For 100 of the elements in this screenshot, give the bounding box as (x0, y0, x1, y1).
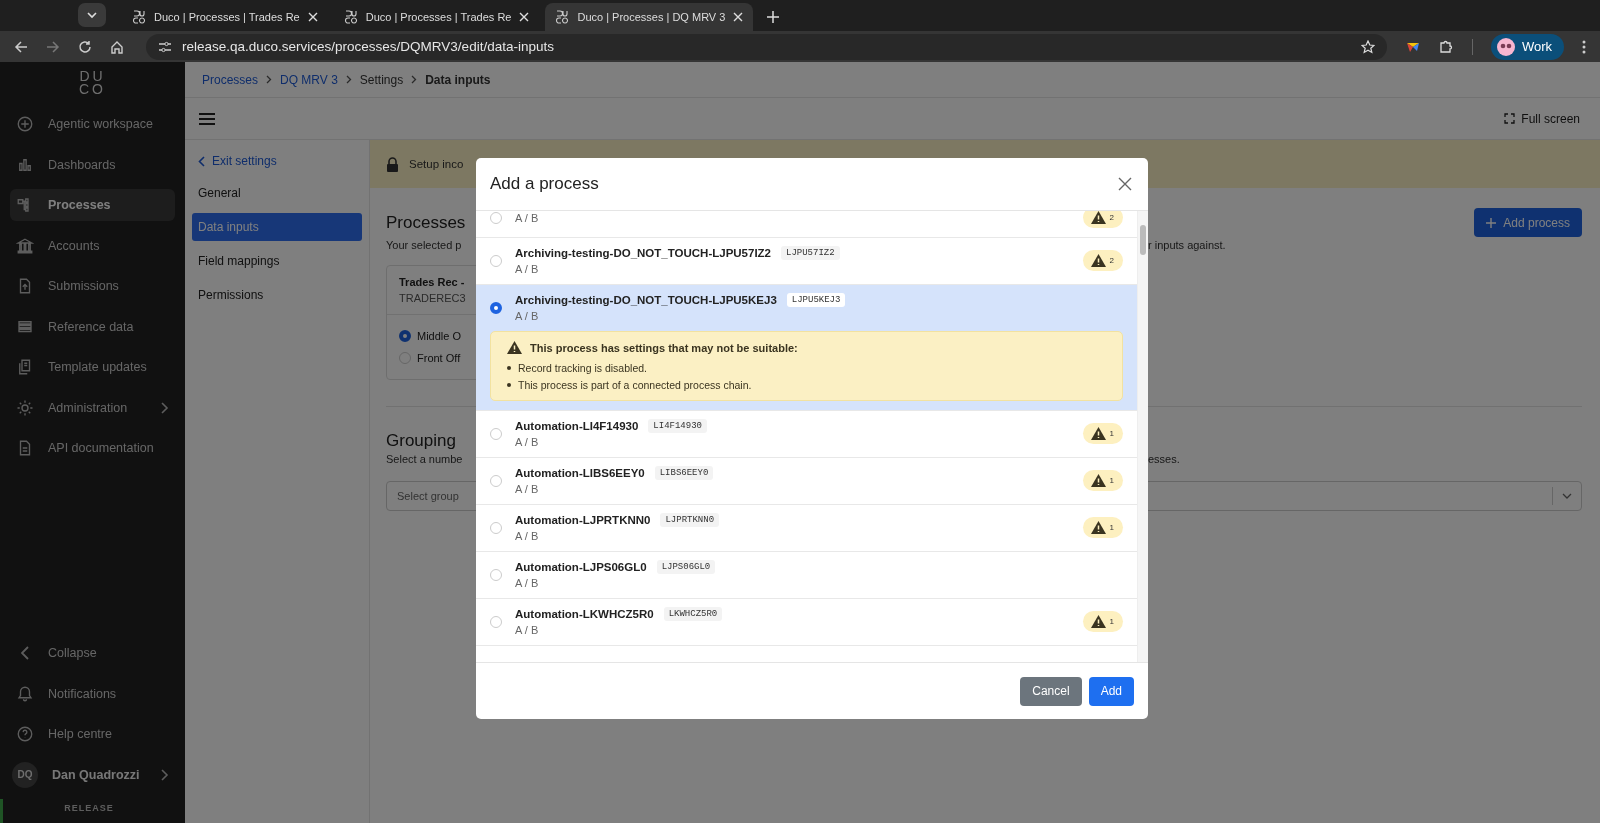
process-sides: A / B (515, 530, 540, 542)
nav-item[interactable]: Collapse (10, 637, 175, 669)
process-row[interactable]: Archiving-testing-DO_NOT_TOUCH-LJPU5KEJ3 LJPU5KEJ3 A / B This process has settings that may not be suitable: Record tracking is disabled. This process is part of a connected process chain. (476, 285, 1137, 411)
add-process-button[interactable]: Add process (1474, 208, 1582, 237)
add-button[interactable]: Add (1088, 676, 1134, 706)
process-row[interactable]: Automation-LJPRTKNN0 LJPRTKNN0 A / B 1 (476, 505, 1137, 552)
logo-icon (343, 10, 358, 24)
nav-item[interactable]: API documentation (10, 432, 175, 464)
full-screen-button[interactable]: Full screen (1498, 110, 1586, 127)
card-title: Trades Rec - (399, 276, 465, 288)
environment-label: RELEASE (0, 799, 175, 823)
settings-nav-item[interactable]: Permissions (192, 281, 362, 309)
section-description: Select a numbe (386, 453, 464, 465)
option-label: Front Off (417, 352, 461, 364)
dialog-title: Add a process (490, 174, 599, 194)
warning-icon (1090, 211, 1106, 224)
nav-item[interactable]: Administration (10, 391, 175, 424)
process-name: Automation-LJPRTKNN0 (515, 514, 651, 526)
tab-title: Duco | Processes | DQ MRV 3 (577, 11, 726, 23)
nav-item[interactable]: Accounts (10, 229, 175, 262)
warning-icon (1090, 427, 1106, 440)
section-description: esses. (1148, 453, 1181, 465)
menu-icon[interactable] (198, 111, 216, 126)
browser-tab[interactable]: Duco | Processes | DQ MRV 3 (545, 3, 754, 31)
settings-nav-item[interactable]: General (192, 179, 362, 207)
browser-tab[interactable]: Duco | Processes | Trades Re (333, 3, 540, 31)
lock-icon (386, 156, 399, 172)
settings-nav-item[interactable]: Data inputs (192, 213, 362, 241)
warning-count: 1 (1109, 429, 1114, 438)
avatar-icon (1496, 37, 1515, 56)
user-menu[interactable]: DQ Dan Quadrozzi (10, 758, 175, 791)
bullet-icon (507, 382, 511, 387)
chevron-right-icon (411, 75, 418, 84)
more-icon[interactable] (1582, 39, 1586, 54)
nav-icon (16, 236, 34, 255)
nav-item[interactable]: Submissions (10, 270, 175, 302)
warning-count: 1 (1109, 617, 1114, 626)
nav-icon (16, 684, 34, 703)
nav-icon (16, 725, 34, 743)
new-tab-icon[interactable] (767, 11, 780, 23)
process-row[interactable]: Automation-LJPS06GL0 LJPS06GL0 A / B (476, 552, 1137, 599)
puzzle-icon[interactable] (1438, 39, 1454, 54)
warning-icon (1090, 474, 1106, 487)
nav-item[interactable]: Agentic workspace (10, 108, 175, 140)
logo-icon (132, 10, 146, 24)
section-description: Your selected p (386, 239, 463, 251)
close-icon[interactable] (1118, 177, 1132, 191)
nav-item[interactable]: Help centre (10, 718, 175, 750)
reload-icon[interactable] (78, 39, 92, 54)
process-sides: A / B (515, 624, 540, 636)
nav-icon (21, 646, 29, 660)
warning-icon (1090, 254, 1106, 267)
nav-item[interactable]: Notifications (10, 677, 175, 710)
scrollbar-thumb[interactable] (1140, 225, 1146, 255)
exit-settings-link[interactable]: Exit settings (192, 150, 362, 172)
card-code: TRADEREC3 (399, 292, 466, 304)
scrollbar[interactable] (1137, 211, 1148, 662)
banner-text: Setup inco (409, 158, 464, 170)
process-sides: A / B (515, 263, 540, 275)
process-sides: A / B (515, 577, 540, 589)
breadcrumb-item[interactable]: Processes (202, 72, 259, 87)
process-code: LIBS6EEY0 (654, 466, 714, 480)
process-sides: A / B (515, 483, 540, 495)
process-row[interactable]: Automation-LI4F14930 LI4F14930 A / B 1 (476, 411, 1137, 458)
process-name: Automation-LJPS06GL0 (515, 561, 647, 573)
radio-button[interactable] (399, 330, 411, 342)
settings-nav-item[interactable]: Field mappings (192, 247, 362, 275)
nav-item[interactable]: Template updates (10, 351, 175, 383)
radio-button[interactable] (490, 301, 502, 314)
cancel-button[interactable]: Cancel (1020, 676, 1082, 706)
process-code: LI4F14930 (648, 419, 707, 433)
warning-count: 1 (1109, 476, 1114, 485)
warning-count: 1 (1109, 523, 1114, 532)
process-sides: A / B (515, 436, 540, 448)
back-icon[interactable] (14, 39, 28, 54)
process-name: Archiving-testing-DO_NOT_TOUCH-LJPU57IZ2 (515, 247, 771, 259)
process-row[interactable]: Automation-LIBS6EEY0 LIBS6EEY0 A / B 1 (476, 458, 1137, 505)
process-name: Automation-LKWHCZ5R0 (515, 608, 654, 620)
user-avatar: DQ (12, 761, 38, 788)
warning-count: 2 (1109, 213, 1114, 222)
chevron-left-icon (198, 155, 205, 167)
forward-icon[interactable] (46, 39, 60, 54)
nav-item[interactable]: Dashboards (10, 148, 175, 181)
process-row[interactable]: Automation-LKWHCZ5R0 LKWHCZ5R0 A / B 1 (476, 599, 1137, 646)
chevron-down-icon (1562, 493, 1572, 499)
star-icon[interactable] (1360, 39, 1375, 54)
nav-item[interactable]: Processes (10, 189, 175, 221)
process-code: LJPU57IZ2 (781, 246, 840, 260)
chevron-down-icon (87, 10, 97, 20)
tab-search-button[interactable] (78, 3, 106, 27)
browser-tab[interactable]: Duco | Processes | Trades Re (122, 3, 328, 31)
process-row[interactable]: A / B 2 (476, 211, 1137, 238)
breadcrumb-item[interactable]: DQ MRV 3 (280, 72, 338, 87)
nav-item[interactable]: Reference data (10, 310, 175, 343)
address-bar[interactable]: release.qa.duco.services/processes/DQMRV3/edit/data-inputs (146, 33, 1387, 60)
nav-icon (16, 115, 34, 133)
home-icon[interactable] (110, 39, 124, 54)
profile-button[interactable]: Work (1490, 33, 1564, 60)
alert-item: This process is part of a connected process chain. (518, 378, 752, 391)
site-info-icon[interactable] (158, 39, 172, 54)
